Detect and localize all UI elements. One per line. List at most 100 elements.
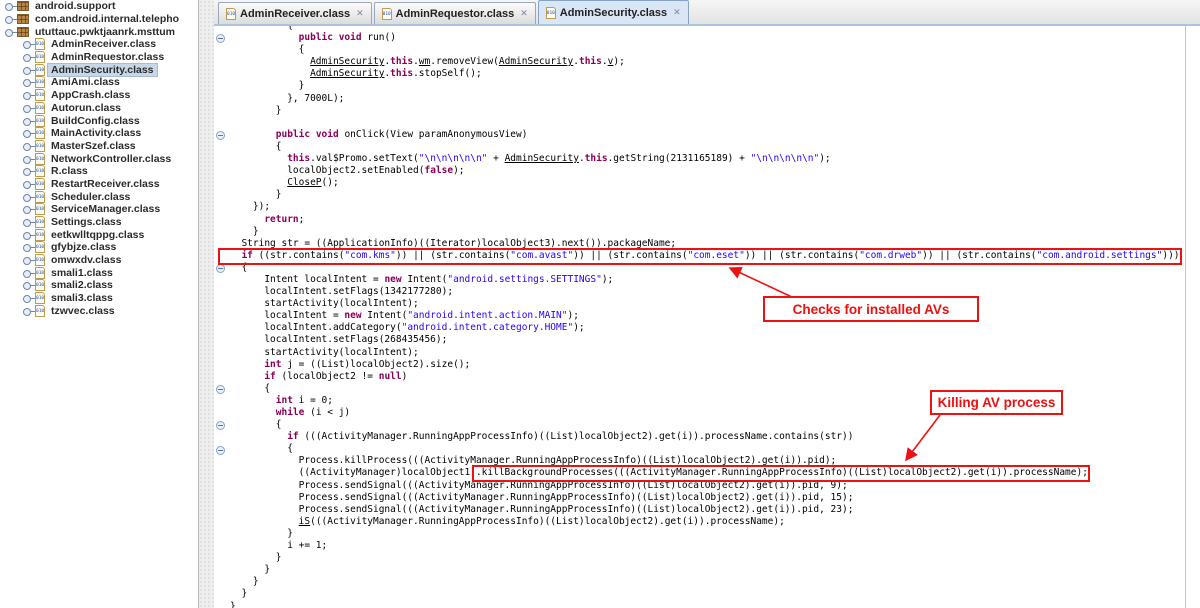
code-line: this.val$Promo.setText("\n\n\n\n\n" + Ad… (230, 153, 831, 164)
code-line: localIntent.addCategory("android.intent.… (230, 322, 585, 333)
tree-item-mainactivity-class[interactable]: 010MainActivity.class (0, 127, 198, 140)
class-icon: 010 (546, 7, 556, 19)
code-link[interactable]: AdminSecurity (310, 56, 384, 67)
code-line: } (230, 80, 304, 91)
close-icon[interactable]: ✕ (673, 7, 681, 18)
tab-bar: 010AdminReceiver.class✕ 010 AdminRequestor… (214, 0, 1200, 26)
tree-expand-handle[interactable] (21, 218, 35, 226)
tree-expand-handle[interactable] (21, 155, 35, 163)
tree-expand-handle[interactable] (21, 294, 35, 302)
tree-item-servicemanager-class[interactable]: 010ServiceManager.class (0, 203, 198, 216)
code-view[interactable]: { public void run() { AdminSecurity.this… (214, 26, 1180, 608)
tree-item-masterszef-class[interactable]: 010MasterSzef.class (0, 140, 198, 153)
class-icon: 010 (35, 203, 45, 215)
tab-adminsecurity-class[interactable]: 010AdminSecurity.class✕ (538, 0, 689, 24)
package-tree-panel: android.supportcom.android.internal.tele… (0, 0, 199, 608)
code-link[interactable]: v (608, 56, 614, 67)
class-icon: 010 (35, 254, 45, 266)
code-line: { (230, 26, 293, 31)
code-link[interactable]: AdminSecurity (310, 68, 384, 79)
code-link[interactable]: iS (299, 516, 310, 527)
class-icon: 010 (35, 38, 45, 50)
tree-expand-handle[interactable] (21, 129, 35, 137)
code-line: iS(((ActivityManager.RunningAppProcessIn… (230, 516, 785, 527)
class-icon: 010 (382, 8, 392, 20)
tree-item-adminsecurity-class[interactable]: 010AdminSecurity.class (0, 63, 198, 76)
class-icon: 010 (35, 165, 45, 177)
tree-item-restartreceiver-class[interactable]: 010RestartReceiver.class (0, 178, 198, 191)
tree-expand-handle[interactable] (21, 193, 35, 201)
code-line: if (((ActivityManager.RunningAppProcessI… (230, 431, 853, 442)
panel-splitter[interactable] (199, 0, 214, 608)
tab-label: AdminRequestor.class (396, 8, 515, 20)
tree-item-omwxdv-class[interactable]: 010omwxdv.class (0, 254, 198, 267)
tree-expand-handle[interactable] (21, 66, 35, 74)
class-icon: 010 (35, 115, 45, 127)
code-link[interactable]: wm (419, 56, 430, 67)
tree-expand-handle[interactable] (21, 269, 35, 277)
class-icon: 010 (35, 127, 45, 139)
code-line: { (230, 419, 281, 430)
tree-expand-handle[interactable] (21, 40, 35, 48)
tree-item-networkcontroller-class[interactable]: 010NetworkController.class (0, 152, 198, 165)
tree-item-appcrash-class[interactable]: 010AppCrash.class (0, 89, 198, 102)
code-line: ((ActivityManager)localObject1).killBack… (230, 467, 1088, 478)
code-line: { (230, 383, 270, 394)
tree-item-com-android-internal-telepho[interactable]: com.android.internal.telepho (0, 13, 198, 26)
tree-expand-handle[interactable] (21, 256, 35, 264)
tree-expand-handle[interactable] (21, 53, 35, 61)
tree-item-amiami-class[interactable]: 010AmiAmi.class (0, 76, 198, 89)
close-icon[interactable]: ✕ (520, 8, 528, 19)
tree-item-smali3-class[interactable]: 010smali3.class (0, 292, 198, 305)
tree-expand-handle[interactable] (21, 142, 35, 150)
tree-item-tzwvec-class[interactable]: 010tzwvec.class (0, 305, 198, 318)
code-link[interactable]: AdminSecurity (505, 153, 579, 164)
tree-expand-handle[interactable] (21, 180, 35, 188)
tree-item-smali1-class[interactable]: 010smali1.class (0, 266, 198, 279)
tree-expand-handle[interactable] (3, 28, 17, 36)
tree-item-gfybjze-class[interactable]: 010gfybjze.class (0, 241, 198, 254)
tree-expand-handle[interactable] (21, 91, 35, 99)
code-editor[interactable]: { public void run() { AdminSecurity.this… (214, 26, 1200, 608)
package-icon (17, 14, 29, 24)
tree-expand-handle[interactable] (21, 78, 35, 86)
tree-item-settings-class[interactable]: 010Settings.class (0, 216, 198, 229)
code-line: } (230, 588, 247, 599)
tree-item-label: smali1.class (48, 267, 116, 279)
code-link[interactable]: AdminSecurity (499, 56, 573, 67)
tree-item-smali2-class[interactable]: 010smali2.class (0, 279, 198, 292)
code-line: Process.sendSignal(((ActivityManager.Run… (230, 480, 848, 491)
tree-expand-handle[interactable] (21, 205, 35, 213)
tab-adminreceiver-class[interactable]: 010AdminReceiver.class✕ (218, 2, 372, 24)
tree-item-android-support[interactable]: android.support (0, 0, 198, 13)
tree-item-scheduler-class[interactable]: 010Scheduler.class (0, 190, 198, 203)
tree-expand-handle[interactable] (21, 281, 35, 289)
tree-item-ututtauc-pwktjaanrk-msttum[interactable]: ututtauc.pwktjaanrk.msttum (0, 25, 198, 38)
tree-expand-handle[interactable] (21, 307, 35, 315)
tab-adminrequestor-class[interactable]: 010 AdminRequestor.class ✕ (374, 2, 536, 24)
code-line: if ((str.contains("com.kms")) || (str.co… (230, 250, 1180, 261)
tree-item-label: MainActivity.class (48, 127, 144, 139)
code-line: } (230, 528, 293, 539)
tree-item-autorun-class[interactable]: 010Autorun.class (0, 102, 198, 115)
tree-item-buildconfig-class[interactable]: 010BuildConfig.class (0, 114, 198, 127)
code-line: { (230, 262, 247, 273)
tree-item-adminreceiver-class[interactable]: 010AdminReceiver.class (0, 38, 198, 51)
close-icon[interactable]: ✕ (356, 8, 364, 19)
package-icon (17, 1, 29, 11)
code-line: } (230, 552, 281, 563)
tree-expand-handle[interactable] (21, 231, 35, 239)
tree-item-eetkwlltqppg-class[interactable]: 010eetkwlltqppg.class (0, 228, 198, 241)
tree-expand-handle[interactable] (21, 104, 35, 112)
tree-expand-handle[interactable] (21, 117, 35, 125)
class-icon: 010 (35, 178, 45, 190)
tree-item-r-class[interactable]: 010R.class (0, 165, 198, 178)
code-link[interactable]: CloseP (287, 177, 321, 188)
tree-expand-handle[interactable] (21, 167, 35, 175)
code-line: localObject2.setEnabled(false); (230, 165, 465, 176)
tree-item-adminrequestor-class[interactable]: 010AdminRequestor.class (0, 51, 198, 64)
code-line: return; (230, 214, 304, 225)
tree-expand-handle[interactable] (3, 2, 17, 10)
tree-expand-handle[interactable] (3, 15, 17, 23)
tree-expand-handle[interactable] (21, 243, 35, 251)
